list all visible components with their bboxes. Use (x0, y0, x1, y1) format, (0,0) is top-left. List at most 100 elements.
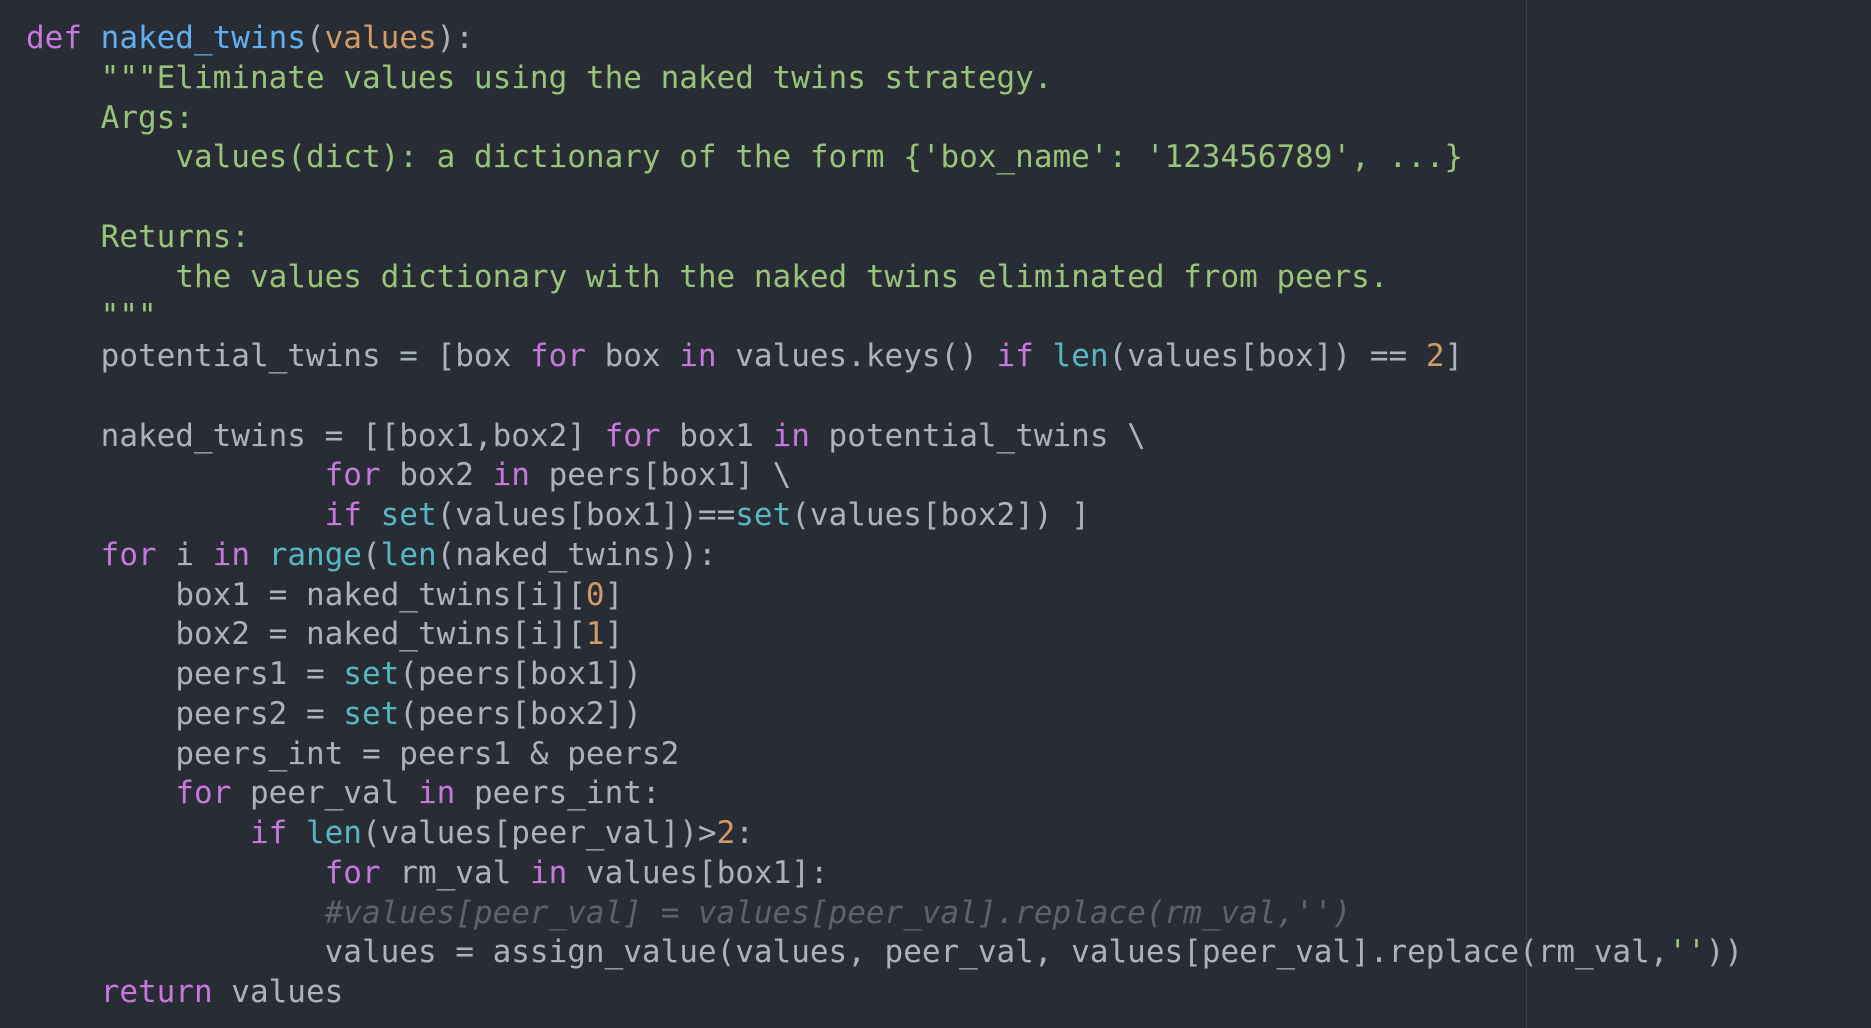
code-token: values = assign_value(values, peer_val, … (324, 934, 1669, 971)
code-line: values = assign_value(values, peer_val, … (26, 933, 1743, 973)
code-token: naked_twins = [[box1,box2] (100, 417, 605, 454)
code-line: for box2 in peers[box1] \ (26, 456, 1743, 496)
code-line: box1 = naked_twins[i][0] (26, 576, 1743, 616)
code-token: the values dictionary with the naked twi… (175, 258, 1389, 295)
code-token: if (996, 338, 1034, 374)
code-token: values (212, 974, 344, 1010)
code-token: (naked_twins)): (436, 536, 717, 573)
code-line: if set(values[box1])==set(values[box2]) … (26, 496, 1743, 536)
code-line: for i in range(len(naked_twins)): (26, 536, 1743, 576)
code-token: in (772, 417, 810, 454)
code-token: rm_val (380, 854, 530, 891)
code-token: set (380, 497, 437, 533)
code-line: peers_int = peers1 & peers2 (26, 735, 1743, 775)
code-line: #values[peer_val] = values[peer_val].rep… (26, 894, 1743, 934)
code-token: naked_twins (100, 20, 306, 56)
code-token: Args: (100, 99, 194, 136)
code-token: 2 (1425, 338, 1445, 374)
code-token: def (26, 20, 101, 56)
code-token: """ (100, 298, 157, 335)
code-token: for (324, 457, 381, 494)
code-token: ): (436, 20, 474, 56)
code-token: values[box1]: (567, 854, 829, 891)
code-token: for (100, 536, 157, 573)
code-line: Returns: (26, 218, 1743, 258)
code-token: if (324, 497, 362, 533)
code-token: box1 = naked_twins[i][ (175, 576, 586, 613)
code-token: i (156, 536, 213, 573)
code-token: : (735, 815, 754, 851)
code-token: 2 (716, 815, 736, 851)
code-line: for peer_val in peers_int: (26, 774, 1743, 814)
code-token: peers1 = (175, 656, 344, 692)
code-token: len (1052, 338, 1109, 374)
code-token: if (249, 815, 288, 851)
code-line: return values (26, 973, 1743, 1013)
code-token: (values[box2]) ] (791, 497, 1090, 533)
code-token: set (343, 656, 400, 692)
code-token: (values[box1])== (436, 497, 736, 533)
code-line: Args: (26, 99, 1743, 139)
code-token: box2 (380, 457, 493, 494)
code-token: for (529, 338, 586, 374)
code-line: """ (26, 297, 1743, 337)
code-token: in (529, 854, 568, 891)
code-line: potential_twins = [box for box in values… (26, 337, 1743, 377)
code-token: """Eliminate values using the naked twin… (100, 59, 1053, 96)
code-token: potential_twins = [box (100, 338, 530, 374)
code-line: naked_twins = [[box1,box2] for box1 in p… (26, 417, 1743, 457)
code-line: if len(values[peer_val])>2: (26, 814, 1743, 854)
code-line: peers1 = set(peers[box1]) (26, 655, 1743, 695)
code-token: )) (1705, 934, 1744, 971)
code-token: (peers[box1]) (399, 656, 642, 692)
code-line: peers2 = set(peers[box2]) (26, 695, 1743, 735)
code-token: 1 (585, 616, 605, 653)
code-token: peers[box1] \ (529, 457, 792, 494)
code-token: box1 (660, 417, 773, 454)
code-token: in (417, 775, 456, 812)
code-line: values(dict): a dictionary of the form {… (26, 138, 1743, 178)
code-token: ] (604, 616, 624, 653)
code-token: ( (361, 536, 381, 573)
code-token: set (735, 497, 792, 533)
code-token: 0 (585, 576, 605, 613)
code-token: peer_val (231, 775, 418, 812)
code-token: for (324, 854, 381, 891)
code-token: potential_twins \ (809, 417, 1146, 454)
code-token: values.keys() (716, 338, 997, 374)
code-token: values(dict): a dictionary of the form {… (175, 139, 1464, 176)
code-line: def naked_twins(values): (26, 19, 1743, 59)
code-token: ( (305, 20, 325, 56)
code-line: for rm_val in values[box1]: (26, 854, 1743, 894)
code-token: box (585, 338, 680, 374)
code-token: box2 = naked_twins[i][ (175, 616, 586, 653)
code-token: in (212, 536, 250, 573)
code-token: peers_int: (455, 775, 661, 812)
code-token: for (604, 417, 661, 454)
code-token: len (305, 815, 362, 851)
code-token: ] (604, 576, 624, 613)
code-token: #values[peer_val] = values[peer_val].rep… (324, 894, 1352, 931)
code-line: """Eliminate values using the naked twin… (26, 59, 1743, 99)
code-token: set (343, 695, 400, 732)
code-token: return (100, 974, 213, 1010)
code-token: '' (1668, 934, 1706, 971)
code-token: (values[box]) == (1108, 338, 1426, 374)
code-token: (values[peer_val])> (361, 815, 717, 851)
code-token: peers_int = peers1 & peers2 (175, 735, 680, 772)
code-line: box2 = naked_twins[i][1] (26, 615, 1743, 655)
code-token: in (492, 457, 530, 494)
code-editor[interactable]: def naked_twins(values): """Eliminate va… (26, 19, 1743, 1013)
code-token: peers2 = (175, 695, 344, 732)
code-token: ] (1444, 338, 1464, 374)
code-token: for (175, 775, 232, 812)
code-token: range (268, 536, 362, 573)
code-line: the values dictionary with the naked twi… (26, 258, 1743, 298)
code-token: Returns: (100, 218, 250, 255)
